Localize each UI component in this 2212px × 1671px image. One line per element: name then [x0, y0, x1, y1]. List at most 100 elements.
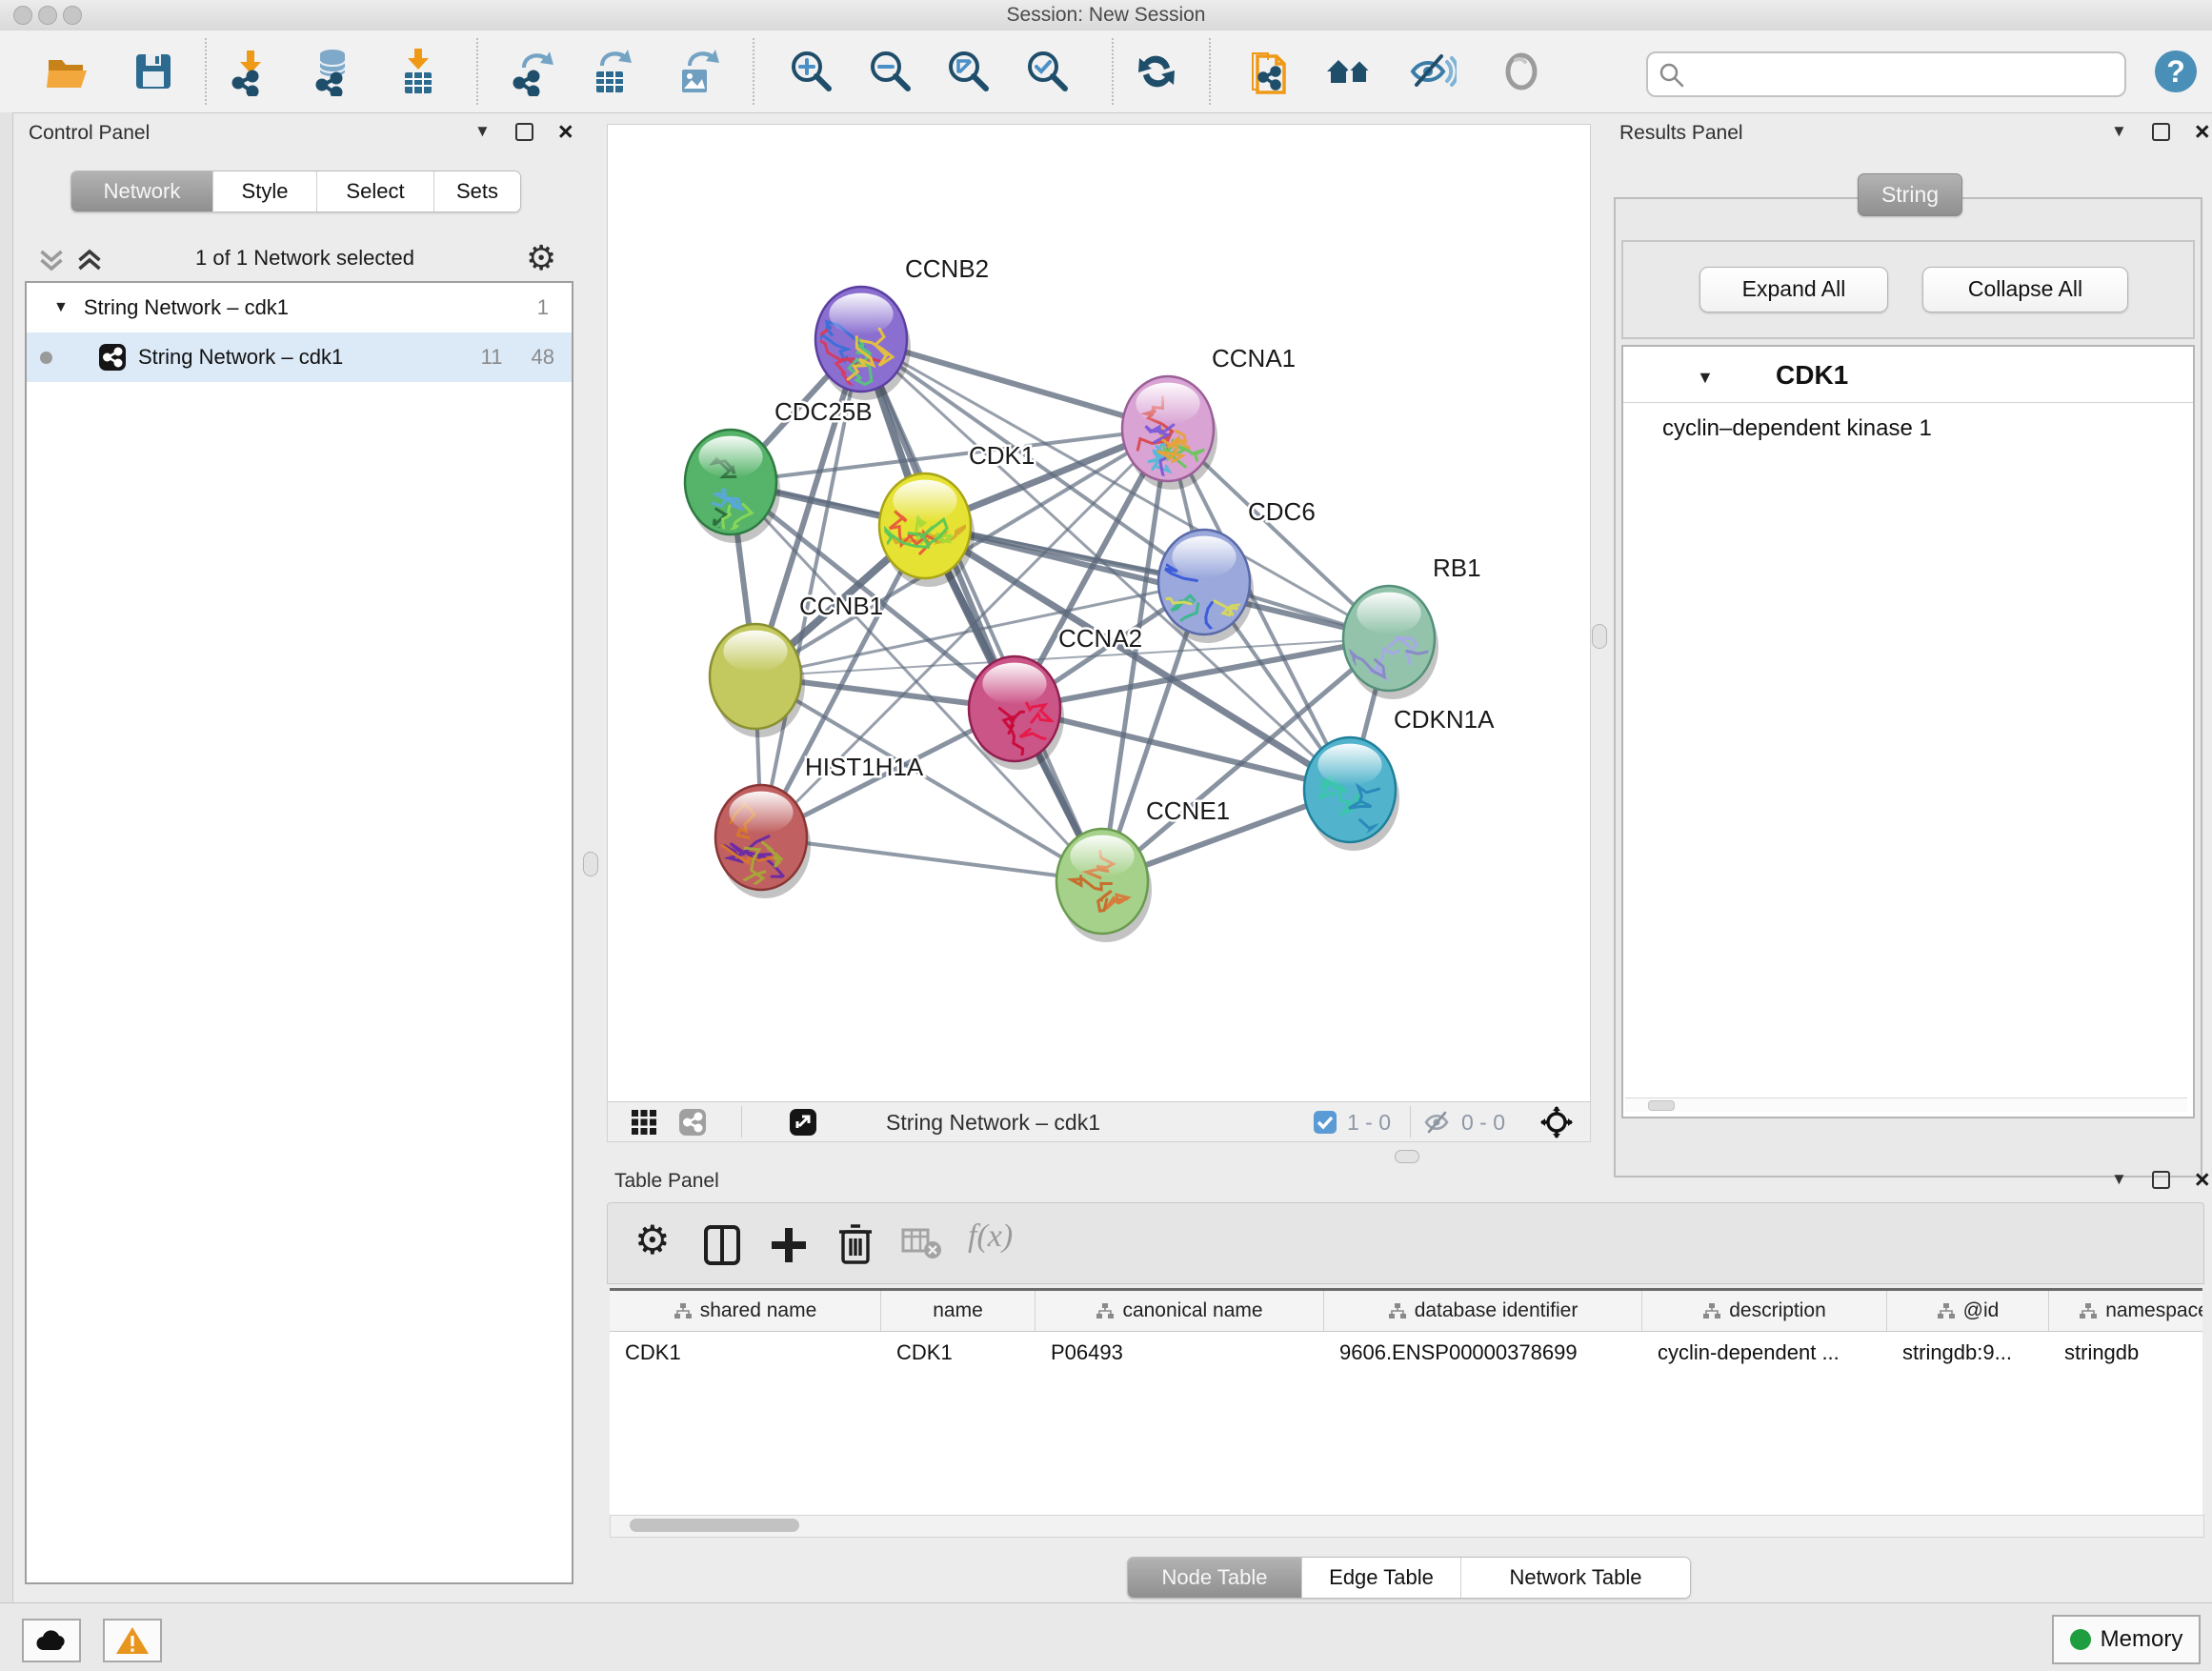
node-CCNB1[interactable] [710, 624, 805, 737]
table-h-scrollbar-thumb[interactable] [630, 1519, 799, 1532]
column-header[interactable]: description [1642, 1291, 1887, 1331]
tab-node-table[interactable]: Node Table [1128, 1558, 1302, 1598]
grid-view-icon[interactable] [631, 1109, 657, 1136]
table-panel-float-icon[interactable] [2152, 1171, 2170, 1189]
delete-column-trash-icon[interactable] [836, 1222, 875, 1266]
table-cell[interactable]: cyclin-dependent ... [1642, 1332, 1887, 1374]
open-session-icon[interactable] [43, 47, 92, 96]
tab-network[interactable]: Network [71, 171, 213, 211]
tree-expand-icon[interactable]: ▼ [53, 299, 69, 316]
results-panel-float-icon[interactable] [2152, 123, 2170, 141]
control-panel-close-icon[interactable]: × [558, 122, 573, 141]
import-table-file-icon[interactable] [393, 47, 443, 96]
zoom-selected-icon[interactable] [1023, 47, 1073, 96]
cloud-button[interactable] [22, 1619, 81, 1662]
search-input[interactable] [1646, 51, 2126, 97]
tab-style[interactable]: Style [213, 171, 317, 211]
node-table[interactable]: shared namenamecanonical namedatabase id… [610, 1288, 2202, 1516]
column-header[interactable]: name [881, 1291, 1036, 1331]
column-header[interactable]: shared name [610, 1291, 881, 1331]
table-settings-gear-icon[interactable]: ⚙ [634, 1217, 671, 1263]
column-header[interactable]: database identifier [1324, 1291, 1642, 1331]
table-row[interactable]: CDK1CDK1P064939606.ENSP00000378699cyclin… [610, 1332, 2202, 1374]
table-cell[interactable]: CDK1 [881, 1332, 1036, 1374]
add-column-icon[interactable] [768, 1224, 810, 1266]
table-cell[interactable]: P06493 [1036, 1332, 1324, 1374]
node-CDC25B[interactable] [685, 430, 780, 547]
entry-collapse-icon[interactable]: ▼ [1697, 368, 1714, 388]
entry-h-scrollbar-thumb[interactable] [1648, 1100, 1675, 1111]
copy-network-icon[interactable] [1242, 47, 1292, 96]
right-splitter-handle[interactable] [1592, 624, 1607, 649]
import-network-database-icon[interactable] [308, 47, 357, 96]
node-HIST1H1A[interactable] [696, 785, 811, 898]
control-panel-float-icon[interactable] [515, 123, 533, 141]
network-options-gear-icon[interactable]: ⚙ [526, 238, 556, 278]
tab-network-table[interactable]: Network Table [1461, 1558, 1690, 1598]
node-CDKN1A[interactable] [1304, 737, 1399, 853]
column-header[interactable]: namespace [2049, 1291, 2202, 1331]
node-label-CCNE1: CCNE1 [1146, 796, 1230, 825]
warning-button[interactable] [103, 1619, 162, 1662]
table-panel-collapse-icon[interactable]: ▼ [2111, 1170, 2127, 1189]
expand-all-icon[interactable] [72, 243, 107, 277]
column-header[interactable]: @id [1887, 1291, 2049, 1331]
table-cell[interactable]: CDK1 [610, 1332, 881, 1374]
network-collection-row[interactable]: ▼ String Network – cdk1 1 [27, 283, 572, 332]
open-view-icon[interactable] [789, 1108, 817, 1137]
clear-table-icon[interactable] [901, 1228, 943, 1260]
node-RB1[interactable] [1343, 586, 1445, 699]
tab-edge-table[interactable]: Edge Table [1302, 1558, 1461, 1598]
zoom-out-icon[interactable] [866, 47, 915, 96]
column-header[interactable]: canonical name [1036, 1291, 1324, 1331]
results-panel-collapse-icon[interactable]: ▼ [2111, 122, 2127, 141]
refresh-icon[interactable] [1132, 47, 1181, 96]
hide-unhide-icon[interactable] [1407, 47, 1457, 96]
node-CDC6[interactable] [1144, 530, 1264, 646]
table-cell[interactable]: stringdb [2049, 1332, 2202, 1374]
toolbar-separator [205, 38, 207, 105]
save-session-icon[interactable] [129, 47, 178, 96]
table-h-scrollbar[interactable] [610, 1515, 2204, 1538]
left-splitter-handle[interactable] [583, 852, 598, 876]
main-toolbar: ? [0, 30, 2212, 113]
zoom-in-icon[interactable] [787, 47, 836, 96]
entry-h-scrollbar[interactable] [1625, 1097, 2187, 1112]
tab-string[interactable]: String [1858, 173, 1962, 216]
network-share-icon[interactable] [678, 1108, 707, 1137]
export-network-icon[interactable] [509, 47, 558, 96]
node-CCNA1[interactable] [1122, 376, 1217, 492]
node-CDK1[interactable] [877, 473, 975, 587]
tab-select[interactable]: Select [317, 171, 434, 211]
import-network-file-icon[interactable] [226, 47, 275, 96]
network-row[interactable]: String Network – cdk1 11 48 [27, 332, 572, 382]
zoom-fit-icon[interactable] [944, 47, 994, 96]
show-columns-icon[interactable] [703, 1224, 741, 1266]
network-canvas[interactable]: CCNB2CCNA1CDC25BCDK1CDC6RB1CCNB1CCNA2CDK… [607, 124, 1591, 1102]
table-panel-close-icon[interactable]: × [2195, 1170, 2210, 1189]
memory-status-dot [2070, 1629, 2091, 1650]
string-entry-card: ▼ CDK1 cyclin–dependent kinase 1 [1621, 345, 2195, 1118]
expand-all-button[interactable]: Expand All [1699, 267, 1888, 312]
selected-checkbox-icon[interactable] [1313, 1110, 1337, 1135]
hidden-eye-icon[interactable] [1423, 1109, 1452, 1136]
table-cell[interactable]: stringdb:9... [1887, 1332, 2049, 1374]
tab-sets[interactable]: Sets [434, 171, 520, 211]
export-table-icon[interactable] [587, 47, 636, 96]
help-icon[interactable]: ? [2151, 47, 2201, 96]
show-hide-gray-icon[interactable] [1497, 47, 1546, 96]
birdseye-target-icon[interactable] [1539, 1105, 1574, 1139]
export-image-icon[interactable] [673, 47, 722, 96]
table-cell[interactable]: 9606.ENSP00000378699 [1324, 1332, 1642, 1374]
function-builder-button[interactable]: f(x) [968, 1218, 1013, 1255]
collapse-all-icon[interactable] [34, 243, 69, 277]
node-CCNE1[interactable] [1056, 829, 1152, 942]
edge-CCNE1-HIST1H1A[interactable] [761, 837, 1102, 881]
memory-button[interactable]: Memory [2052, 1615, 2201, 1664]
edge-CDK1-RB1[interactable] [925, 526, 1389, 638]
control-panel-collapse-icon[interactable]: ▼ [474, 122, 491, 141]
home-string-icon[interactable] [1324, 47, 1374, 96]
collapse-all-button[interactable]: Collapse All [1922, 267, 2128, 312]
bottom-splitter-handle[interactable] [1395, 1150, 1419, 1163]
results-panel-close-icon[interactable]: × [2195, 122, 2210, 141]
